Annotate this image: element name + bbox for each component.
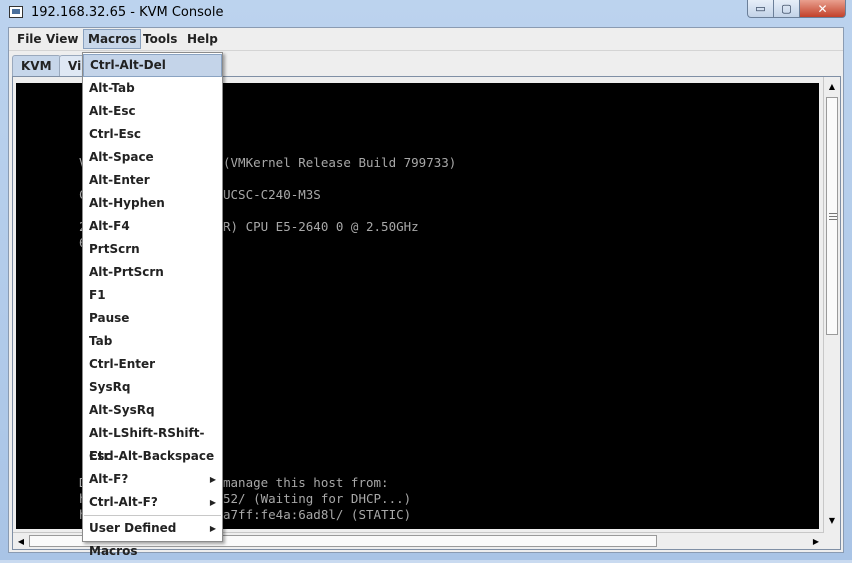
macro-item-alt-lshift-rshift-esc[interactable]: Alt-LShift-RShift-Esc	[83, 422, 222, 463]
submenu-arrow-icon: ▶	[209, 498, 216, 507]
menu-item-label: Ctrl-Alt-Del	[90, 58, 166, 72]
menu-item-label: Pause	[89, 311, 130, 325]
menu-item-label: Ctrl-Esc	[89, 127, 142, 141]
macro-item-alt-f4[interactable]: Alt-F4	[83, 215, 222, 238]
grip-line	[829, 219, 837, 220]
close-button[interactable]: ✕	[800, 0, 846, 18]
macro-item-f1[interactable]: F1	[83, 284, 222, 307]
terminal-line: R) CPU E5-2640 0 @ 2.50GHz	[223, 219, 419, 234]
vertical-scrollbar[interactable]: ▲ ▼	[823, 77, 840, 533]
macros-dropdown-menu: Ctrl-Alt-Del Alt-Tab Alt-Esc Ctrl-Esc Al…	[82, 52, 223, 558]
menu-item-label: Alt-PrtScrn	[89, 265, 164, 279]
menu-item-label: Alt-Tab	[89, 81, 135, 95]
macro-item-alt-enter[interactable]: Alt-Enter	[83, 169, 222, 192]
minimize-icon: ▭	[755, 2, 766, 15]
window-controls: ▭ ▢ ✕	[747, 0, 846, 19]
macro-item-ctrl-enter[interactable]: Ctrl-Enter	[83, 353, 222, 376]
close-icon: ✕	[817, 1, 828, 16]
terminal-line: (VMKernel Release Build 799733)	[223, 155, 457, 170]
menu-item-label: Alt-Hyphen	[89, 196, 165, 210]
menu-view[interactable]: View	[42, 29, 82, 49]
menu-separator	[84, 515, 221, 516]
maximize-icon: ▢	[781, 2, 792, 15]
menu-macros[interactable]: Macros	[83, 29, 142, 49]
terminal-line: 52/ (Waiting for DHCP...)	[223, 491, 412, 506]
macro-item-ctrl-alt-del[interactable]: Ctrl-Alt-Del	[83, 54, 222, 77]
minimize-button[interactable]: ▭	[747, 0, 774, 18]
menu-item-label: Alt-Space	[89, 150, 154, 164]
macro-item-alt-tab[interactable]: Alt-Tab	[83, 77, 222, 100]
macro-item-tab[interactable]: Tab	[83, 330, 222, 353]
terminal-line: UCSC-C240-M3S	[223, 187, 321, 202]
macro-item-alt-prtscrn[interactable]: Alt-PrtScrn	[83, 261, 222, 284]
menu-item-label: PrtScrn	[89, 242, 140, 256]
scroll-down-icon[interactable]: ▼	[824, 513, 840, 527]
grip-line	[829, 216, 837, 217]
macro-item-alt-sysrq[interactable]: Alt-SysRq	[83, 399, 222, 422]
title-bar[interactable]: 192.168.32.65 - KVM Console ▭ ▢ ✕	[0, 0, 852, 27]
menu-help[interactable]: Help	[183, 29, 222, 49]
menu-item-label: Ctrl-Alt-F?	[89, 495, 158, 509]
maximize-button[interactable]: ▢	[774, 0, 800, 18]
scroll-right-icon[interactable]: ▶	[808, 534, 824, 548]
macro-item-alt-f-submenu[interactable]: Alt-F? ▶	[83, 468, 222, 491]
menu-item-label: Alt-F?	[89, 472, 129, 486]
scroll-left-icon[interactable]: ◀	[13, 534, 29, 548]
menu-item-label: Alt-Enter	[89, 173, 150, 187]
macro-item-alt-space[interactable]: Alt-Space	[83, 146, 222, 169]
menu-bar: File View Macros Tools Help	[9, 28, 843, 51]
macro-item-user-defined-submenu[interactable]: User Defined Macros ▶	[83, 517, 222, 558]
submenu-arrow-icon: ▶	[209, 524, 216, 533]
macro-item-ctrl-alt-f-submenu[interactable]: Ctrl-Alt-F? ▶	[83, 491, 222, 514]
scroll-up-icon[interactable]: ▲	[824, 79, 840, 93]
submenu-arrow-icon: ▶	[209, 475, 216, 484]
kvm-console-window: 192.168.32.65 - KVM Console ▭ ▢ ✕ File V…	[0, 0, 852, 560]
vertical-scroll-thumb[interactable]	[826, 97, 838, 335]
menu-item-label: Ctrl-Enter	[89, 357, 156, 371]
menu-item-label: Ctrl-Alt-Backspace	[89, 449, 215, 463]
macro-item-sysrq[interactable]: SysRq	[83, 376, 222, 399]
app-icon	[9, 6, 23, 18]
macro-item-prtscrn[interactable]: PrtScrn	[83, 238, 222, 261]
scrollbar-corner	[823, 533, 840, 549]
menu-item-label: SysRq	[89, 380, 131, 394]
menu-tools[interactable]: Tools	[139, 29, 181, 49]
menu-item-label: F1	[89, 288, 106, 302]
tab-kvm[interactable]: KVM	[12, 55, 61, 76]
macro-item-pause[interactable]: Pause	[83, 307, 222, 330]
menu-item-label: Tab	[89, 334, 113, 348]
macro-item-ctrl-alt-backspace[interactable]: Ctrl-Alt-Backspace	[83, 445, 222, 468]
grip-line	[829, 213, 837, 214]
terminal-line: manage this host from:	[223, 475, 389, 490]
menu-item-label: Alt-F4	[89, 219, 130, 233]
macro-item-ctrl-esc[interactable]: Ctrl-Esc	[83, 123, 222, 146]
menu-item-label: Alt-SysRq	[89, 403, 155, 417]
macro-item-alt-esc[interactable]: Alt-Esc	[83, 100, 222, 123]
terminal-line: a7ff:fe4a:6ad8l/ (STATIC)	[223, 507, 412, 522]
window-title: 192.168.32.65 - KVM Console	[31, 5, 224, 20]
menu-item-label: Alt-Esc	[89, 104, 136, 118]
macro-item-alt-hyphen[interactable]: Alt-Hyphen	[83, 192, 222, 215]
menu-file[interactable]: File	[13, 29, 46, 49]
